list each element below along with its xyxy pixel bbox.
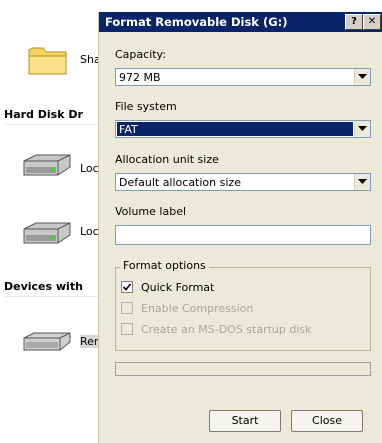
format-progress-bar xyxy=(115,362,371,376)
dialog-title: Format Removable Disk (G:) xyxy=(105,15,288,29)
format-options-title: Format options xyxy=(120,259,209,272)
msdos-startup-checkbox xyxy=(121,323,133,335)
chevron-down-icon[interactable] xyxy=(354,174,370,190)
local-disk-1-label[interactable]: Loc xyxy=(80,162,99,175)
volume-label-label: Volume label xyxy=(115,205,187,218)
quick-format-label[interactable]: Quick Format xyxy=(141,281,214,294)
local-disk-1-icon[interactable] xyxy=(20,153,74,182)
chevron-down-icon[interactable] xyxy=(354,121,370,137)
local-disk-2-icon[interactable] xyxy=(20,221,74,250)
filesystem-label: File system xyxy=(115,100,177,113)
allocation-unit-value: Default allocation size xyxy=(119,176,241,189)
volume-label-input[interactable] xyxy=(115,225,371,245)
allocation-unit-select[interactable]: Default allocation size xyxy=(115,173,371,191)
allocation-unit-label: Allocation unit size xyxy=(115,153,219,166)
devices-section-header: Devices with xyxy=(4,280,83,293)
capacity-select[interactable]: 972 MB xyxy=(115,68,371,86)
format-dialog: Format Removable Disk (G:) ? ✕ Capacity:… xyxy=(98,12,382,443)
help-button[interactable]: ? xyxy=(345,14,363,30)
enable-compression-label: Enable Compression xyxy=(141,302,254,315)
enable-compression-checkbox xyxy=(121,302,133,314)
close-icon[interactable]: ✕ xyxy=(363,14,381,30)
quick-format-checkbox[interactable] xyxy=(121,281,133,293)
filesystem-select[interactable]: FAT xyxy=(115,120,371,138)
removable-disk-label[interactable]: Rer xyxy=(80,335,99,348)
capacity-label: Capacity: xyxy=(115,48,166,61)
shared-folder-icon[interactable] xyxy=(26,40,70,81)
removable-disk-icon[interactable] xyxy=(20,330,74,357)
close-button[interactable]: Close xyxy=(291,410,363,432)
chevron-down-icon[interactable] xyxy=(354,69,370,85)
capacity-value: 972 MB xyxy=(119,71,161,84)
filesystem-value: FAT xyxy=(119,123,138,136)
msdos-startup-label: Create an MS-DOS startup disk xyxy=(141,323,312,336)
hard-disk-section-header: Hard Disk Dr xyxy=(4,108,83,121)
start-button[interactable]: Start xyxy=(209,410,281,432)
dialog-titlebar[interactable]: Format Removable Disk (G:) ? ✕ xyxy=(99,12,382,32)
local-disk-2-label[interactable]: Loc xyxy=(80,225,99,238)
